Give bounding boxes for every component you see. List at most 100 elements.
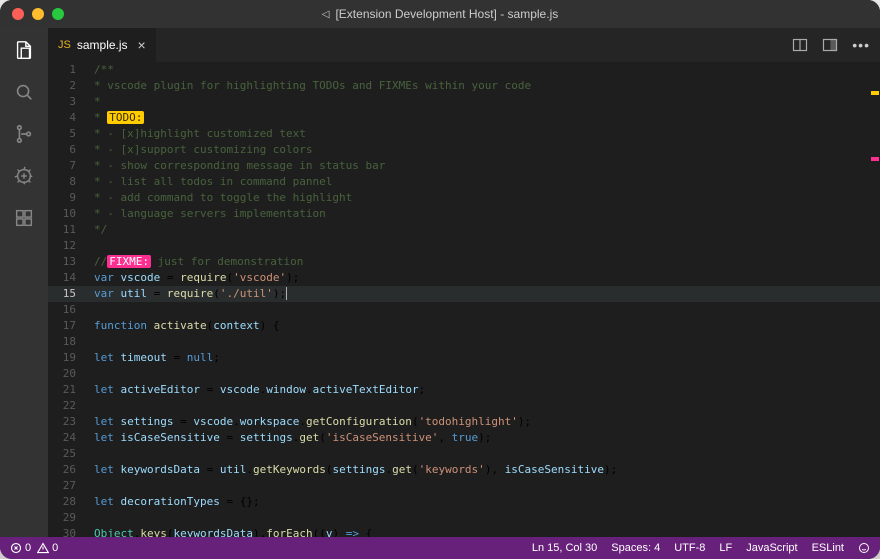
code-content[interactable]: * - add command to toggle the highlight [94,190,880,206]
code-line[interactable]: 7 * - show corresponding message in stat… [48,158,880,174]
code-line[interactable]: 28 let decorationTypes = {}; [48,494,880,510]
line-number[interactable]: 3 [48,94,94,110]
line-number[interactable]: 26 [48,462,94,478]
editor-tab[interactable]: JS sample.js × [48,28,157,62]
debug-icon[interactable] [12,164,36,188]
line-number[interactable]: 27 [48,478,94,494]
titlebar[interactable]: [Extension Development Host] - sample.js [0,0,880,28]
code-content[interactable]: * [94,94,880,110]
status-eol[interactable]: LF [719,542,732,554]
code-line[interactable]: 2 * vscode plugin for highlighting TODOs… [48,78,880,94]
extensions-icon[interactable] [12,206,36,230]
line-number[interactable]: 16 [48,302,94,318]
window-close-button[interactable] [12,8,24,20]
line-number[interactable]: 10 [48,206,94,222]
line-number[interactable]: 21 [48,382,94,398]
code-line[interactable]: 29 [48,510,880,526]
more-actions-icon[interactable]: ••• [852,37,870,53]
code-content[interactable]: Object.keys(keywordsData).forEach((v) =>… [94,526,880,537]
code-line[interactable]: 20 [48,366,880,382]
code-content[interactable] [94,510,880,526]
code-content[interactable] [94,446,880,462]
code-line[interactable]: 10 * - language servers implementation [48,206,880,222]
window-minimize-button[interactable] [32,8,44,20]
code-line[interactable]: 4 * TODO: [48,110,880,126]
line-number[interactable]: 2 [48,78,94,94]
line-number[interactable]: 9 [48,190,94,206]
line-number[interactable]: 18 [48,334,94,350]
status-spaces[interactable]: Spaces: 4 [611,542,660,554]
code-content[interactable]: var util = require('./util'); [94,286,880,302]
code-line[interactable]: 13//FIXME: just for demonstration [48,254,880,270]
code-content[interactable]: function activate(context) { [94,318,880,334]
code-content[interactable] [94,478,880,494]
tab-close-icon[interactable]: × [138,37,146,53]
code-line[interactable]: 3 * [48,94,880,110]
code-line[interactable]: 30 Object.keys(keywordsData).forEach((v)… [48,526,880,537]
code-line[interactable]: 27 [48,478,880,494]
code-content[interactable]: * - list all todos in command pannel [94,174,880,190]
code-line[interactable]: 15var util = require('./util'); [48,286,880,302]
line-number[interactable]: 6 [48,142,94,158]
code-line[interactable]: 16 [48,302,880,318]
code-line[interactable]: 25 [48,446,880,462]
window-maximize-button[interactable] [52,8,64,20]
code-line[interactable]: 6 * - [x]support customizing colors [48,142,880,158]
code-content[interactable]: * - [x]support customizing colors [94,142,880,158]
status-language[interactable]: JavaScript [746,542,797,554]
code-line[interactable]: 5 * - [x]highlight customized text [48,126,880,142]
status-cursor[interactable]: Ln 15, Col 30 [532,542,597,554]
line-number[interactable]: 19 [48,350,94,366]
feedback-icon[interactable] [858,542,870,554]
status-errors[interactable]: 0 [10,542,31,554]
status-linter[interactable]: ESLint [812,542,844,554]
overview-ruler[interactable] [870,62,880,537]
line-number[interactable]: 28 [48,494,94,510]
line-number[interactable]: 11 [48,222,94,238]
line-number[interactable]: 17 [48,318,94,334]
toggle-panel-icon[interactable] [822,37,838,53]
code-line[interactable]: 26 let keywordsData = util.getKeywords(s… [48,462,880,478]
code-content[interactable]: /** [94,62,880,78]
code-line[interactable]: 21 let activeEditor = vscode.window.acti… [48,382,880,398]
code-content[interactable]: //FIXME: just for demonstration [94,254,880,270]
line-number[interactable]: 25 [48,446,94,462]
split-editor-icon[interactable] [792,37,808,53]
code-content[interactable]: let keywordsData = util.getKeywords(sett… [94,462,880,478]
line-number[interactable]: 13 [48,254,94,270]
code-content[interactable] [94,366,880,382]
code-line[interactable]: 24 let isCaseSensitive = settings.get('i… [48,430,880,446]
line-number[interactable]: 5 [48,126,94,142]
search-icon[interactable] [12,80,36,104]
code-line[interactable]: 18 [48,334,880,350]
line-number[interactable]: 12 [48,238,94,254]
status-encoding[interactable]: UTF-8 [674,542,705,554]
code-line[interactable]: 12 [48,238,880,254]
line-number[interactable]: 24 [48,430,94,446]
ruler-mark[interactable] [871,157,879,161]
line-number[interactable]: 15 [48,286,94,302]
code-line[interactable]: 11 */ [48,222,880,238]
code-content[interactable]: * TODO: [94,110,880,126]
code-line[interactable]: 9 * - add command to toggle the highligh… [48,190,880,206]
line-number[interactable]: 30 [48,526,94,537]
code-content[interactable]: let settings = vscode.workspace.getConfi… [94,414,880,430]
line-number[interactable]: 8 [48,174,94,190]
code-content[interactable]: * - language servers implementation [94,206,880,222]
code-content[interactable]: */ [94,222,880,238]
code-line[interactable]: 8 * - list all todos in command pannel [48,174,880,190]
code-line[interactable]: 14var vscode = require('vscode'); [48,270,880,286]
code-content[interactable]: var vscode = require('vscode'); [94,270,880,286]
line-number[interactable]: 1 [48,62,94,78]
code-line[interactable]: 1/** [48,62,880,78]
ruler-mark[interactable] [871,91,879,95]
line-number[interactable]: 20 [48,366,94,382]
line-number[interactable]: 4 [48,110,94,126]
code-content[interactable]: * vscode plugin for highlighting TODOs a… [94,78,880,94]
code-content[interactable] [94,302,880,318]
code-line[interactable]: 23 let settings = vscode.workspace.getCo… [48,414,880,430]
code-line[interactable]: 17function activate(context) { [48,318,880,334]
status-warnings[interactable]: 0 [37,542,58,554]
line-number[interactable]: 14 [48,270,94,286]
explorer-icon[interactable] [12,38,36,62]
